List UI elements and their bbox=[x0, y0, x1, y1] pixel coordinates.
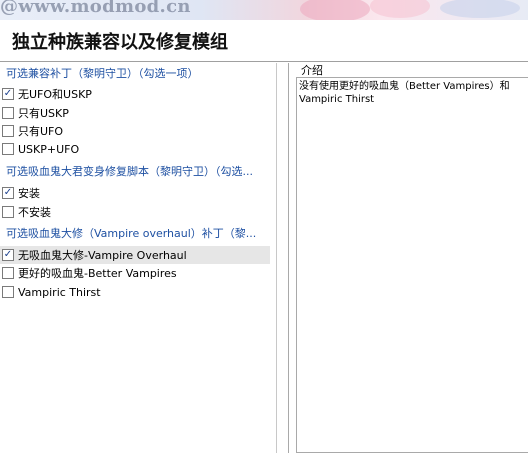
option-label: USKP+UFO bbox=[18, 142, 80, 156]
option-vampiric-thirst[interactable]: Vampiric Thirst bbox=[0, 283, 270, 301]
option-uskp-ufo[interactable]: USKP+UFO bbox=[0, 140, 270, 158]
panel-separator bbox=[276, 63, 277, 453]
description-panel: 介绍 没有使用更好的吸血鬼（Better Vampires）和 Vampiric… bbox=[296, 63, 528, 453]
option-no-ufo-uskp[interactable]: ✓ 无UFO和USKP bbox=[0, 85, 270, 103]
option-label: 无UFO和USKP bbox=[18, 88, 92, 101]
option-label: 无吸血鬼大修-Vampire Overhaul bbox=[18, 249, 187, 262]
banner-art bbox=[370, 0, 430, 18]
option-ufo-only[interactable]: 只有UFO bbox=[0, 122, 270, 140]
checkbox[interactable] bbox=[2, 107, 14, 119]
checkbox[interactable]: ✓ bbox=[2, 187, 14, 199]
option-label: 安装 bbox=[18, 187, 40, 200]
option-better-vampires[interactable]: 更好的吸血鬼-Better Vampires bbox=[0, 264, 270, 282]
group-header-compat-patch: 可选兼容补丁（黎明守卫）（勾选一项） bbox=[6, 67, 199, 80]
option-do-not-install[interactable]: 不安装 bbox=[0, 203, 270, 221]
option-label: Vampiric Thirst bbox=[18, 285, 101, 299]
group-header-vampire-lord-fix: 可选吸血鬼大君变身修复脚本（黎明守卫）（勾选... bbox=[6, 165, 253, 178]
checkbox[interactable] bbox=[2, 125, 14, 137]
header-divider bbox=[0, 61, 528, 62]
option-label: 只有USKP bbox=[18, 107, 69, 120]
option-uskp-only[interactable]: 只有USKP bbox=[0, 104, 270, 122]
checkbox[interactable]: ✓ bbox=[2, 88, 14, 100]
checkbox[interactable] bbox=[2, 267, 14, 279]
banner-art bbox=[440, 0, 520, 18]
options-panel[interactable]: 可选兼容补丁（黎明守卫）（勾选一项） ✓ 无UFO和USKP 只有USKP 只有… bbox=[0, 63, 289, 453]
banner-art bbox=[300, 0, 370, 20]
option-no-vampire-overhaul[interactable]: ✓ 无吸血鬼大修-Vampire Overhaul bbox=[0, 246, 270, 264]
watermark: @www.modmod.cn bbox=[0, 0, 191, 17]
description-box[interactable]: 没有使用更好的吸血鬼（Better Vampires）和 Vampiric Th… bbox=[296, 77, 528, 453]
group-header-vampire-overhaul: 可选吸血鬼大修（Vampire overhaul）补丁（黎... bbox=[6, 227, 257, 240]
header-banner: @www.modmod.cn bbox=[0, 0, 528, 20]
checkbox[interactable] bbox=[2, 286, 14, 298]
page-title: 独立种族兼容以及修复模组 bbox=[12, 32, 228, 53]
checkbox[interactable] bbox=[2, 143, 14, 155]
option-label: 更好的吸血鬼-Better Vampires bbox=[18, 267, 177, 280]
option-label: 只有UFO bbox=[18, 125, 64, 138]
option-label: 不安装 bbox=[18, 206, 51, 219]
description-label: 介绍 bbox=[301, 64, 323, 77]
checkbox[interactable]: ✓ bbox=[2, 249, 14, 261]
option-install[interactable]: ✓ 安装 bbox=[0, 184, 270, 202]
description-text: 没有使用更好的吸血鬼（Better Vampires）和 Vampiric Th… bbox=[299, 81, 510, 105]
checkbox[interactable] bbox=[2, 206, 14, 218]
